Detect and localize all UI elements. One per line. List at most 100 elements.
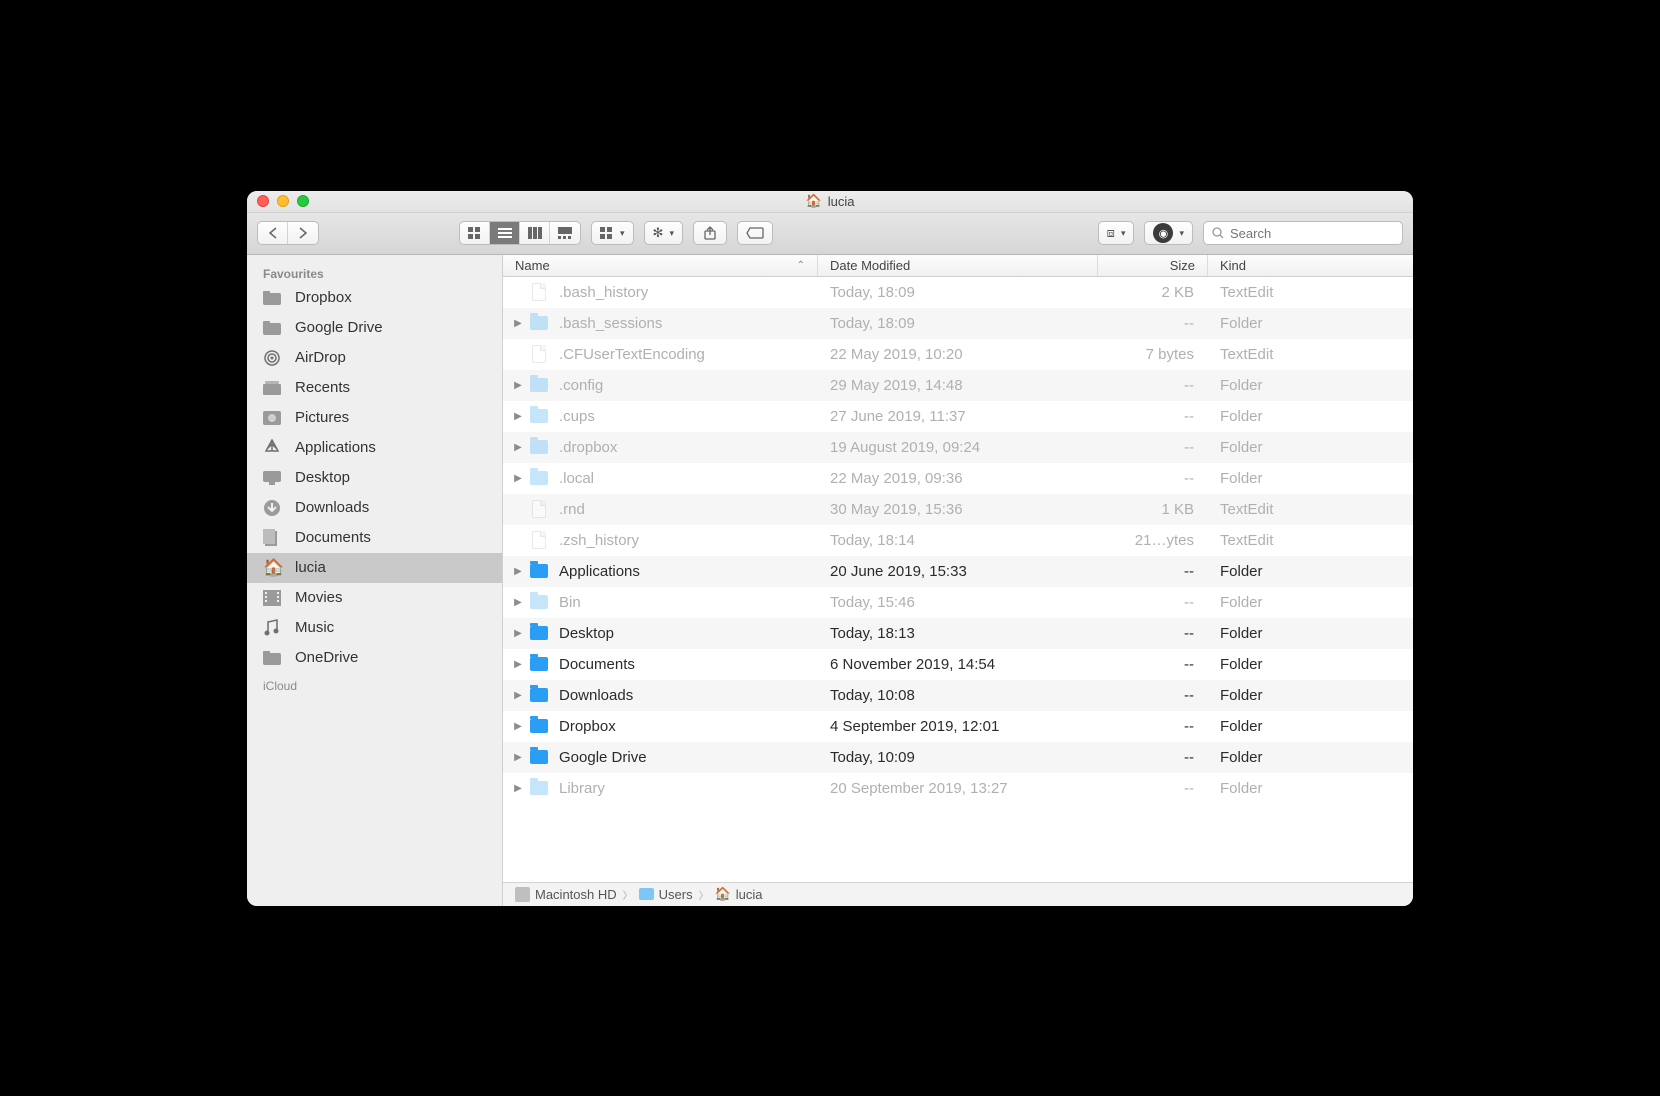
minimize-button[interactable] — [277, 195, 289, 207]
file-name: .local — [559, 470, 594, 487]
disclosure-triangle[interactable]: ▶ — [511, 659, 525, 670]
sidebar-item-recents[interactable]: Recents — [247, 373, 502, 403]
icon-view-button[interactable] — [460, 222, 490, 244]
group-button[interactable]: ▾ — [591, 221, 634, 245]
file-kind: Folder — [1208, 408, 1413, 425]
movies-icon — [263, 590, 285, 606]
sidebar-item-label: Desktop — [295, 469, 350, 486]
file-kind: TextEdit — [1208, 346, 1413, 363]
file-row[interactable]: ▶.local22 May 2019, 09:36--Folder — [503, 463, 1413, 494]
zoom-button[interactable] — [297, 195, 309, 207]
sidebar-item-downloads[interactable]: Downloads — [247, 493, 502, 523]
disclosure-triangle[interactable]: ▶ — [511, 473, 525, 484]
file-date: Today, 18:09 — [818, 315, 1098, 332]
chevron-down-icon: ▾ — [669, 228, 674, 239]
column-kind[interactable]: Kind — [1208, 255, 1413, 276]
disclosure-triangle[interactable]: ▶ — [511, 442, 525, 453]
disclosure-triangle[interactable]: ▶ — [511, 690, 525, 701]
action-button[interactable]: ✻▾ — [644, 221, 683, 245]
back-button[interactable] — [258, 222, 288, 244]
file-date: Today, 18:14 — [818, 532, 1098, 549]
dropbox-button[interactable]: ⧈▾ — [1098, 221, 1135, 245]
file-row[interactable]: ▶Google DriveToday, 10:09--Folder — [503, 742, 1413, 773]
apps-icon — [263, 439, 285, 457]
file-row[interactable]: .rnd30 May 2019, 15:361 KBTextEdit — [503, 494, 1413, 525]
sidebar-item-documents[interactable]: Documents — [247, 523, 502, 553]
file-row[interactable]: ▶Applications20 June 2019, 15:33--Folder — [503, 556, 1413, 587]
document-icon — [529, 499, 549, 519]
column-date[interactable]: Date Modified — [818, 255, 1098, 276]
disclosure-triangle[interactable]: ▶ — [511, 411, 525, 422]
file-row[interactable]: ▶Library20 September 2019, 13:27--Folder — [503, 773, 1413, 804]
sidebar-item-dropbox[interactable]: Dropbox — [247, 283, 502, 313]
share-button[interactable] — [693, 221, 727, 245]
folder-icon — [529, 468, 549, 488]
file-row[interactable]: ▶.dropbox19 August 2019, 09:24--Folder — [503, 432, 1413, 463]
chevron-down-icon: ▾ — [620, 228, 625, 239]
column-size[interactable]: Size — [1098, 255, 1208, 276]
file-row[interactable]: ▶.config29 May 2019, 14:48--Folder — [503, 370, 1413, 401]
file-date: 20 September 2019, 13:27 — [818, 780, 1098, 797]
tags-button[interactable] — [737, 221, 773, 245]
disclosure-triangle[interactable]: ▶ — [511, 597, 525, 608]
list-view-button[interactable] — [490, 222, 520, 244]
sidebar-item-pictures[interactable]: Pictures — [247, 403, 502, 433]
disclosure-triangle[interactable]: ▶ — [511, 628, 525, 639]
file-row[interactable]: .zsh_historyToday, 18:1421…ytesTextEdit — [503, 525, 1413, 556]
folder-icon — [529, 623, 549, 643]
sidebar-section-icloud: iCloud — [247, 673, 502, 693]
sidebar-item-airdrop[interactable]: AirDrop — [247, 343, 502, 373]
disclosure-triangle[interactable]: ▶ — [511, 318, 525, 329]
file-size: -- — [1098, 563, 1208, 580]
disclosure-triangle[interactable]: ▶ — [511, 566, 525, 577]
path-segment[interactable]: Users — [639, 887, 693, 902]
gear-icon: ✻ — [653, 225, 664, 241]
documents-icon — [263, 529, 285, 547]
file-row[interactable]: ▶.bash_sessionsToday, 18:09--Folder — [503, 308, 1413, 339]
sidebar-item-onedrive[interactable]: OneDrive — [247, 643, 502, 673]
privacy-button[interactable]: ◉▾ — [1144, 221, 1193, 245]
file-name: .bash_history — [559, 284, 648, 301]
file-date: 4 September 2019, 12:01 — [818, 718, 1098, 735]
file-row[interactable]: ▶.cups27 June 2019, 11:37--Folder — [503, 401, 1413, 432]
disclosure-triangle[interactable]: ▶ — [511, 721, 525, 732]
file-row[interactable]: ▶BinToday, 15:46--Folder — [503, 587, 1413, 618]
file-row[interactable]: ▶Documents6 November 2019, 14:54--Folder — [503, 649, 1413, 680]
file-row[interactable]: .bash_historyToday, 18:092 KBTextEdit — [503, 277, 1413, 308]
folder-icon — [529, 437, 549, 457]
dropbox-icon: ⧈ — [1107, 225, 1115, 241]
chevron-right-icon: 〉 — [623, 887, 633, 902]
sidebar-item-music[interactable]: Music — [247, 613, 502, 643]
chevron-down-icon: ▾ — [1179, 228, 1184, 239]
forward-button[interactable] — [288, 222, 318, 244]
disclosure-triangle[interactable]: ▶ — [511, 752, 525, 763]
path-segment[interactable]: Macintosh HD — [515, 887, 617, 902]
file-kind: Folder — [1208, 687, 1413, 704]
file-row[interactable]: ▶DesktopToday, 18:13--Folder — [503, 618, 1413, 649]
gallery-view-button[interactable] — [550, 222, 580, 244]
folder-icon — [529, 592, 549, 612]
search-box[interactable] — [1203, 221, 1403, 245]
file-row[interactable]: ▶DownloadsToday, 10:08--Folder — [503, 680, 1413, 711]
sidebar-item-desktop[interactable]: Desktop — [247, 463, 502, 493]
toolbar: ▾ ✻▾ ⧈▾ ◉▾ — [247, 213, 1413, 255]
finder-window: 🏠 lucia ▾ ✻▾ ⧈▾ ◉▾ Favourites — [247, 191, 1413, 906]
column-name[interactable]: Name⌃ — [503, 255, 818, 276]
search-input[interactable] — [1230, 226, 1406, 241]
sidebar-item-movies[interactable]: Movies — [247, 583, 502, 613]
chevron-down-icon: ▾ — [1121, 228, 1126, 239]
home-icon: 🏠 — [806, 193, 822, 209]
file-row[interactable]: ▶Dropbox4 September 2019, 12:01--Folder — [503, 711, 1413, 742]
sidebar-item-lucia[interactable]: 🏠lucia — [247, 553, 502, 583]
sidebar-item-applications[interactable]: Applications — [247, 433, 502, 463]
titlebar[interactable]: 🏠 lucia — [247, 191, 1413, 213]
close-button[interactable] — [257, 195, 269, 207]
folder-icon — [529, 685, 549, 705]
disclosure-triangle[interactable]: ▶ — [511, 380, 525, 391]
disclosure-triangle[interactable]: ▶ — [511, 783, 525, 794]
path-segment[interactable]: 🏠lucia — [715, 886, 763, 902]
sidebar-item-google-drive[interactable]: Google Drive — [247, 313, 502, 343]
file-row[interactable]: .CFUserTextEncoding22 May 2019, 10:207 b… — [503, 339, 1413, 370]
column-view-button[interactable] — [520, 222, 550, 244]
file-kind: Folder — [1208, 749, 1413, 766]
